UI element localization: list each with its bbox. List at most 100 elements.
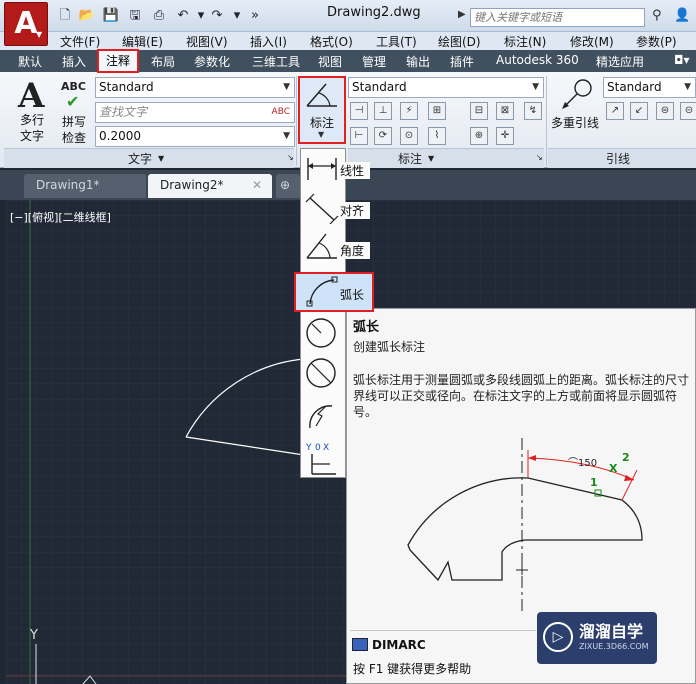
aligned-dimension-item[interactable]: 对齐 <box>340 202 370 219</box>
angular-dimension-item[interactable]: 角度 <box>340 242 370 259</box>
chevron-down-icon[interactable]: ▾ <box>228 8 246 24</box>
angular-dimension-icon <box>306 83 337 107</box>
dim-jog-icon[interactable]: ⌇ <box>428 127 446 145</box>
collect-leaders-icon[interactable]: ⊝ <box>680 102 696 120</box>
dim-text-edit-icon[interactable]: ⊢ <box>350 127 368 145</box>
tab-output[interactable]: 输出 <box>406 53 430 70</box>
dim-update-icon[interactable]: ⟳ <box>374 127 392 145</box>
binoculars-icon[interactable]: ⚲ <box>652 8 662 23</box>
menu-dimension[interactable]: 标注(N) <box>504 33 546 50</box>
chevron-down-icon: ▼ <box>283 131 290 141</box>
tab-annotate[interactable]: 注释 <box>97 49 139 73</box>
dim-oblique-icon[interactable]: ↯ <box>524 102 542 120</box>
print-icon[interactable]: ⎙ <box>150 8 168 24</box>
dim-inspect-icon[interactable]: ⊙ <box>400 127 418 145</box>
align-leaders-icon[interactable]: ⊜ <box>656 102 674 120</box>
panel-launcher-icon[interactable]: ↘ <box>536 153 543 162</box>
doc-tab-drawing2[interactable]: Drawing2* ✕ <box>148 174 272 198</box>
find-icon[interactable]: ABC <box>272 103 290 122</box>
dimension-label: 标注 <box>310 116 335 130</box>
tab-insert[interactable]: 插入 <box>62 53 86 70</box>
illustration-point-2: 2 <box>622 451 630 464</box>
command-icon <box>352 638 368 651</box>
panel-launcher-icon[interactable]: ↘ <box>287 153 294 162</box>
doc-tab-drawing1[interactable]: Drawing1* <box>24 174 146 198</box>
viewport-controls[interactable]: [−][俯视][二维线框] <box>10 209 111 225</box>
tab-view[interactable]: 视图 <box>318 53 342 70</box>
menu-tools[interactable]: 工具(T) <box>376 33 417 50</box>
tab-plugins[interactable]: 插件 <box>450 53 474 70</box>
menu-bar: 文件(F) 编辑(E) 视图(V) 插入(I) 格式(O) 工具(T) 绘图(D… <box>0 32 696 50</box>
tab-layout[interactable]: 布局 <box>151 53 175 70</box>
dimension-panel-footer[interactable] <box>348 148 544 168</box>
tooltip-title: 弧长 <box>353 320 380 335</box>
leader-panel-label: 引线 <box>606 152 631 166</box>
dim-space-icon[interactable]: ⊟ <box>470 102 488 120</box>
dim-center-icon[interactable]: ✛ <box>496 127 514 145</box>
jogged-dimension-icon <box>309 405 333 429</box>
tab-featured-apps[interactable]: 精选应用 <box>596 53 644 70</box>
menu-draw[interactable]: 绘图(D) <box>438 33 481 50</box>
doc-tab-label: Drawing2* <box>160 178 224 192</box>
tab-3d-tools[interactable]: 三维工具 <box>252 53 300 70</box>
find-text-input[interactable]: 查找文字 ABC <box>95 102 295 123</box>
undo-icon[interactable]: ↶ <box>174 8 192 24</box>
ucs-y-axis-label: Y <box>30 628 38 643</box>
multileader-style-select[interactable]: Standard ▼ <box>603 77 696 98</box>
search-expand-icon[interactable]: ▶ <box>458 9 466 20</box>
arc-length-illustration <box>407 438 643 615</box>
ribbon-options-icon[interactable]: ◘▾ <box>674 53 690 67</box>
tooltip-help-hint: 按 F1 键获得更多帮助 <box>353 662 472 676</box>
new-file-icon[interactable]: 🗋 <box>56 8 74 24</box>
menu-parametric[interactable]: 参数(P) <box>636 33 677 50</box>
dimension-style-select[interactable]: Standard ▼ <box>348 77 544 98</box>
quick-dimension-icon[interactable]: ⚡ <box>400 102 418 120</box>
close-icon[interactable]: ✕ <box>252 178 262 192</box>
multiline-text-button[interactable]: 多行 文字 <box>20 112 44 144</box>
save-icon[interactable]: 💾 <box>102 8 120 24</box>
dim-break-icon[interactable]: ⊣ <box>350 102 368 120</box>
dim-adjust-icon[interactable]: ⊠ <box>496 102 514 120</box>
menu-file[interactable]: 文件(F) <box>60 33 100 50</box>
illustration-dim-text: ⌒150 <box>568 458 598 469</box>
text-style-select[interactable]: Standard ▼ <box>95 77 295 98</box>
menu-modify[interactable]: 修改(M) <box>570 33 614 50</box>
open-folder-icon[interactable]: 📂 <box>78 8 96 24</box>
text-height-value: 0.2000 <box>99 129 141 143</box>
text-height-select[interactable]: 0.2000 ▼ <box>95 126 295 147</box>
add-leader-icon[interactable]: ↗ <box>606 102 624 120</box>
tab-parametric[interactable]: 参数化 <box>194 53 230 70</box>
search-input[interactable]: 键入关键字或短语 <box>470 8 645 27</box>
menu-insert[interactable]: 插入(I) <box>250 33 287 50</box>
watermark-url: ZIXUE.3D66.COM <box>579 642 649 651</box>
tooltip-subtitle: 创建弧长标注 <box>353 340 426 354</box>
save-as-icon[interactable]: 🖫 <box>126 8 144 24</box>
chevron-down-icon: ▼ <box>318 130 325 139</box>
tab-manage[interactable]: 管理 <box>362 53 386 70</box>
menu-edit[interactable]: 编辑(E) <box>122 33 163 50</box>
new-tab-button[interactable]: ⊕ <box>276 174 300 198</box>
multileader-icon[interactable] <box>560 78 594 110</box>
tab-autodesk-360[interactable]: Autodesk 360 <box>496 53 579 67</box>
chevron-down-icon: ▼ <box>428 154 435 163</box>
user-icon[interactable]: 👤 <box>674 8 690 23</box>
spell-check-button[interactable]: 拼写 检查 <box>62 114 86 146</box>
linear-dimension-item[interactable]: 线性 <box>340 162 370 179</box>
remove-leader-icon[interactable]: ↙ <box>630 102 648 120</box>
dim-baseline-icon[interactable]: ⊥ <box>374 102 392 120</box>
application-menu-button[interactable]: A <box>4 2 48 46</box>
redo-icon[interactable]: ↷ <box>208 8 226 24</box>
panel-divider <box>296 76 297 166</box>
chevron-down-icon: ▼ <box>684 82 691 92</box>
arc-length-icon <box>306 276 338 307</box>
checkmark-icon: ✔ <box>66 92 80 111</box>
multiline-text-icon[interactable]: A <box>18 76 44 116</box>
more-tools-icon[interactable]: » <box>246 8 264 24</box>
continue-dimension-icon[interactable]: ⊞ <box>428 102 446 120</box>
multileader-button[interactable]: 多重引线 <box>551 114 599 131</box>
dim-tolerance-icon[interactable]: ⊕ <box>470 127 488 145</box>
doc-tab-label: Drawing1* <box>36 178 100 192</box>
menu-format[interactable]: 格式(O) <box>310 33 353 50</box>
menu-view[interactable]: 视图(V) <box>186 33 228 50</box>
tab-home[interactable]: 默认 <box>18 53 42 70</box>
